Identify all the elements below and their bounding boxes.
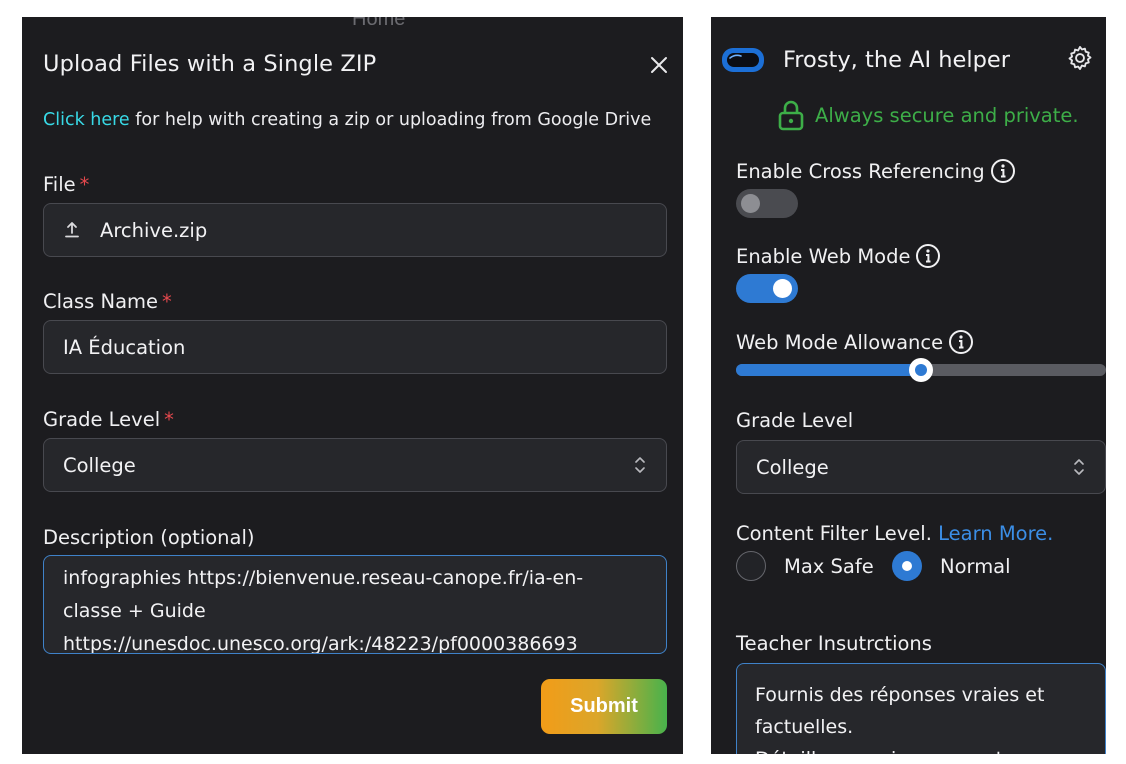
learn-more-link[interactable]: Learn More. xyxy=(938,522,1053,545)
filter-option-normal[interactable]: Normal xyxy=(892,551,1011,581)
description-line: classe + Guide xyxy=(63,600,206,622)
submit-button[interactable]: Submit xyxy=(541,679,667,734)
file-input[interactable]: Archive.zip xyxy=(43,203,667,257)
file-label-text: File xyxy=(43,173,76,196)
file-name: Archive.zip xyxy=(100,218,208,242)
toggle-knob xyxy=(773,279,792,298)
radio-label-max-safe: Max Safe xyxy=(784,554,874,578)
grade-level-label: Grade Level * xyxy=(43,408,174,431)
info-icon[interactable] xyxy=(915,243,941,269)
teacher-instructions-line: factuelles. xyxy=(755,716,854,738)
web-mode-label: Enable Web Mode xyxy=(736,243,941,269)
required-marker: * xyxy=(164,408,174,431)
radio-label-normal: Normal xyxy=(940,554,1011,578)
cross-referencing-label-text: Enable Cross Referencing xyxy=(736,159,985,183)
upload-icon xyxy=(62,220,82,240)
help-link[interactable]: Click here xyxy=(43,110,130,130)
slider-thumb[interactable] xyxy=(909,358,933,382)
web-mode-allowance-slider[interactable] xyxy=(736,358,1106,382)
web-mode-toggle[interactable] xyxy=(736,274,798,303)
description-label: Description (optional) xyxy=(43,526,255,549)
grade-level-value: College xyxy=(63,453,136,477)
grade-level-value: College xyxy=(756,455,829,479)
teacher-instructions-textarea[interactable]: Fournis des réponses vraies et factuelle… xyxy=(736,663,1106,754)
filter-option-max-safe[interactable]: Max Safe xyxy=(736,551,874,581)
close-button[interactable] xyxy=(646,52,672,78)
description-line: https://unesdoc.unesco.org/ark:/48223/pf… xyxy=(63,633,578,654)
content-filter-label: Content Filter Level. Learn More. xyxy=(736,522,1053,545)
required-marker: * xyxy=(162,290,172,313)
lock-icon xyxy=(778,100,804,131)
secure-notice: Always secure and private. xyxy=(777,99,1079,131)
toggle-knob xyxy=(741,194,760,213)
class-name-value: IA Éducation xyxy=(63,335,186,359)
assistant-settings-panel: Frosty, the AI helper Always secure and … xyxy=(711,17,1106,754)
grade-level-select[interactable]: College xyxy=(43,438,667,492)
updown-chevron-icon xyxy=(634,455,646,475)
teacher-instructions-label: Teacher Insutrctions xyxy=(736,632,932,655)
radio-max-safe[interactable] xyxy=(736,551,766,581)
assistant-title: Frosty, the AI helper xyxy=(783,47,1010,73)
modal-title: Upload Files with a Single ZIP xyxy=(43,51,377,77)
grade-level-label: Grade Level xyxy=(736,409,854,432)
teacher-instructions-line: Fournis des réponses vraies et xyxy=(755,684,1045,706)
close-icon xyxy=(651,57,667,73)
help-text: for help with creating a zip or uploadin… xyxy=(129,110,652,130)
goggles-icon xyxy=(722,48,764,72)
info-icon[interactable] xyxy=(990,158,1016,184)
web-mode-allowance-label: Web Mode Allowance xyxy=(736,329,974,355)
content-filter-label-text: Content Filter Level. xyxy=(736,522,939,545)
radio-normal[interactable] xyxy=(892,551,922,581)
required-marker: * xyxy=(79,173,90,196)
web-mode-allowance-label-text: Web Mode Allowance xyxy=(736,330,944,354)
grade-level-select[interactable]: College xyxy=(736,440,1106,494)
description-textarea[interactable]: infographies https://bienvenue.reseau-ca… xyxy=(43,555,667,654)
class-name-label-text: Class Name xyxy=(43,290,159,313)
help-line: Click here for help with creating a zip … xyxy=(43,110,651,130)
web-mode-label-text: Enable Web Mode xyxy=(736,244,911,268)
cross-referencing-label: Enable Cross Referencing xyxy=(736,158,1016,184)
gear-icon[interactable] xyxy=(1066,44,1094,72)
description-line: infographies https://bienvenue.reseau-ca… xyxy=(63,567,584,589)
secure-text: Always secure and private. xyxy=(815,103,1079,127)
upload-modal: Home Upload Files with a Single ZIP Clic… xyxy=(22,17,683,754)
file-label: File * xyxy=(43,173,89,196)
teacher-instructions-line: Détaille ses raisonnements xyxy=(755,743,1089,754)
class-name-input[interactable]: IA Éducation xyxy=(43,320,667,374)
class-name-label: Class Name * xyxy=(43,290,172,313)
background-home-tab[interactable]: Home xyxy=(352,17,405,31)
cross-referencing-toggle[interactable] xyxy=(736,189,798,218)
grade-level-label-text: Grade Level xyxy=(43,408,161,431)
slider-fill xyxy=(736,364,921,376)
updown-chevron-icon xyxy=(1073,457,1085,477)
info-icon[interactable] xyxy=(948,329,974,355)
